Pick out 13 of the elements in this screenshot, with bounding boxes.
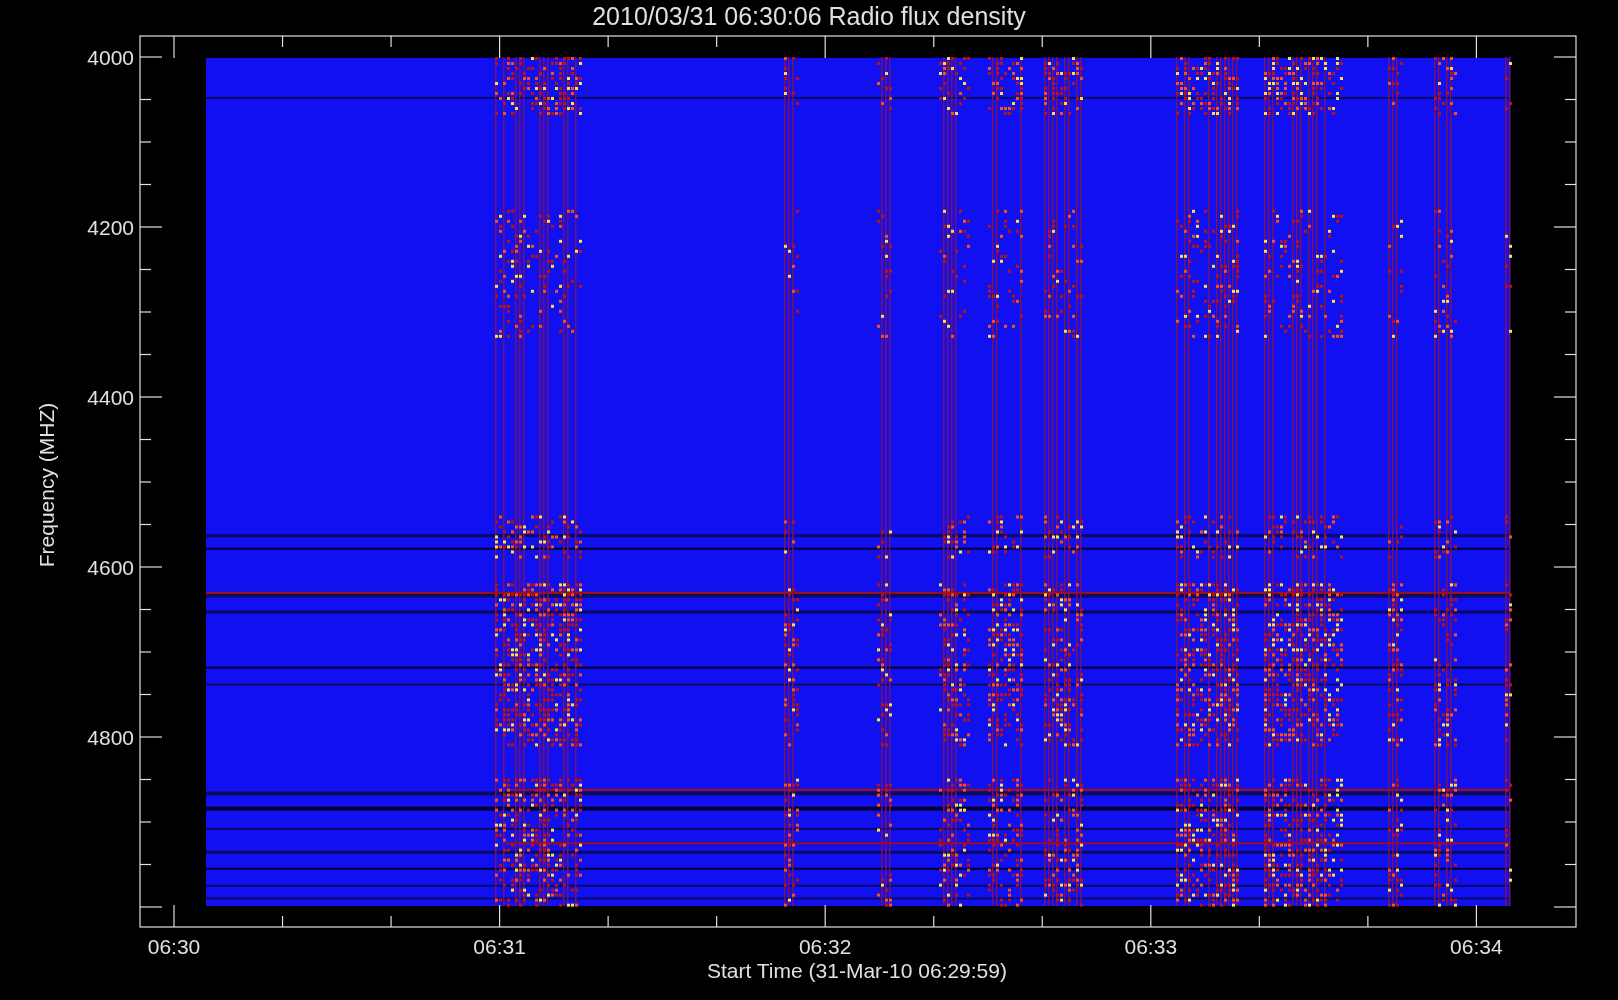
- tick-label: 4000: [87, 46, 134, 69]
- tick-label: 06:30: [147, 935, 201, 958]
- axis-label: Start Time (31-Mar-10 06:29:59): [707, 959, 1007, 982]
- tick-label: 06:31: [473, 935, 526, 958]
- tick-label: 06:32: [798, 935, 852, 958]
- tick-label: 4800: [87, 726, 134, 749]
- tick-label: 4600: [87, 556, 134, 579]
- chart-title: 2010/03/31 06:30:06 Radio flux density: [592, 2, 1026, 30]
- tick-label: 4400: [87, 386, 134, 409]
- tick-label: 4200: [87, 216, 134, 239]
- axis-label: Frequency (MHZ): [35, 402, 58, 568]
- tick-label: 06:34: [1450, 935, 1503, 958]
- tick-label: 06:33: [1124, 935, 1178, 958]
